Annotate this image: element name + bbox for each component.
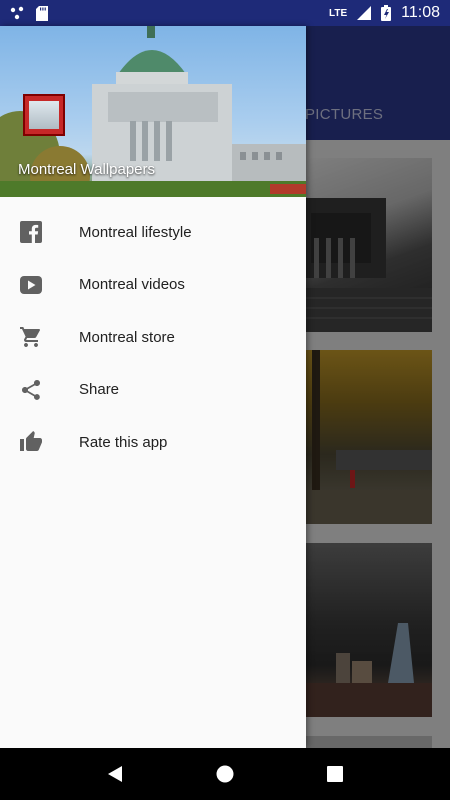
menu-item-share[interactable]: Share [0,364,306,417]
thumbs-up-icon [19,430,43,454]
facebook-icon [19,220,43,244]
menu-item-label: Share [79,381,120,399]
back-icon [108,766,122,782]
recents-button[interactable] [315,754,355,794]
system-navigation-bar [0,748,450,800]
menu-item-store[interactable]: Montreal store [0,311,306,364]
network-type-label: LTE [328,7,348,19]
battery-charging-icon [381,5,392,21]
share-icon [19,378,43,402]
menu-item-label: Rate this app [79,433,168,451]
home-icon [216,765,234,783]
youtube-icon [19,273,43,297]
menu-item-videos[interactable]: Montreal videos [0,259,306,312]
menu-item-rate[interactable]: Rate this app [0,416,306,469]
clock: 11:08 [401,4,440,21]
sd-card-icon [36,5,48,21]
cart-icon [19,325,43,349]
drawer-header: Montreal Wallpapers [0,26,306,197]
notification-dots-icon [10,6,24,20]
menu-item-label: Montreal lifestyle [79,223,192,241]
app-logo [23,94,65,136]
drawer-title: Montreal Wallpapers [18,161,155,178]
status-bar: LTE 11:08 [0,0,450,26]
recents-icon [327,766,343,782]
menu-item-lifestyle[interactable]: Montreal lifestyle [0,206,306,259]
back-button[interactable] [95,754,135,794]
menu-item-label: Montreal store [79,328,175,346]
home-button[interactable] [205,754,245,794]
drawer-menu: Montreal lifestyle Montreal videos Montr… [0,206,306,469]
signal-icon [357,6,372,20]
menu-item-label: Montreal videos [79,276,185,294]
navigation-drawer: Montreal Wallpapers Montreal lifestyle M… [0,26,306,748]
